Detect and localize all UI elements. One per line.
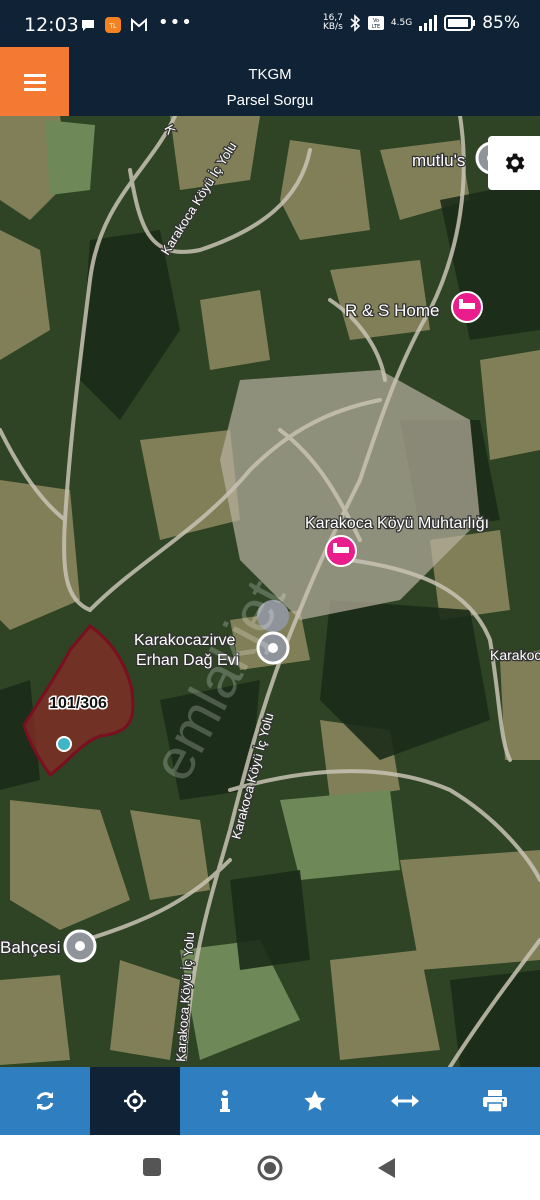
info-button[interactable]: [180, 1067, 270, 1135]
favorite-button[interactable]: [270, 1067, 360, 1135]
recent-apps-icon[interactable]: [142, 1157, 162, 1177]
place-label-muhtarlik: Karakoca Köyü Muhtarlığı: [305, 515, 489, 532]
crosshair-icon: [124, 1090, 146, 1112]
signal-icon: [419, 15, 438, 31]
poi-marker-rs-home[interactable]: [451, 291, 483, 323]
status-bar: 12:03 TL ••• 16,7 KB/s Vo LTE 4.5G 85%: [0, 0, 540, 47]
app-notification-icon: TL: [105, 17, 121, 33]
app-subtitle: Parsel Sorgu: [226, 92, 314, 109]
place-label-bahcesi: Bahçesi: [0, 938, 60, 957]
locate-button[interactable]: [90, 1067, 180, 1135]
network-speed: 16,7 KB/s: [322, 13, 343, 32]
location-dot: [56, 736, 72, 752]
bottom-toolbar: [0, 1067, 540, 1135]
map-canvas[interactable]: 101/306 mutlu's R & S Home Karakoca Köyü…: [0, 116, 540, 1067]
poi-marker-bahcesi[interactable]: [63, 929, 97, 963]
measure-button[interactable]: [360, 1067, 450, 1135]
parcel-label[interactable]: 101/306: [48, 694, 109, 714]
poi-marker-muhtarlik[interactable]: [325, 535, 357, 567]
more-notifications-icon: •••: [158, 12, 193, 33]
refresh-button[interactable]: [0, 1067, 90, 1135]
chat-notification-icon: [82, 20, 94, 31]
svg-text:TL: TL: [108, 23, 117, 30]
place-label-karakoca: Karakoca: [490, 647, 540, 663]
info-icon: [220, 1090, 230, 1112]
volte-icon: VoLTE: [367, 16, 384, 30]
gear-icon: [505, 153, 525, 173]
battery-percent: 85%: [482, 13, 520, 33]
back-icon[interactable]: [376, 1157, 396, 1179]
app-header: TKGM Parsel Sorgu: [0, 47, 540, 116]
place-label-rs-home: R & S Home: [345, 301, 439, 320]
system-nav-bar: [0, 1135, 540, 1200]
refresh-icon: [36, 1092, 54, 1110]
network-type: 4.5G: [390, 18, 413, 28]
status-time: 12:03: [24, 14, 79, 36]
place-label-mutlus: mutlu's: [412, 151, 465, 170]
map-settings-button[interactable]: [488, 136, 540, 190]
satellite-map[interactable]: 101/306 mutlu's R & S Home Karakoca Köyü…: [0, 116, 540, 1067]
svg-text:LTE: LTE: [372, 24, 380, 30]
star-icon: [304, 1090, 326, 1111]
battery-icon: [444, 15, 476, 31]
measure-icon: [391, 1095, 419, 1107]
gmail-icon: [131, 17, 147, 31]
print-icon: [483, 1090, 507, 1113]
home-icon[interactable]: [256, 1154, 284, 1182]
app-title: TKGM: [248, 66, 292, 83]
print-button[interactable]: [450, 1067, 540, 1135]
bluetooth-icon: [350, 14, 361, 32]
